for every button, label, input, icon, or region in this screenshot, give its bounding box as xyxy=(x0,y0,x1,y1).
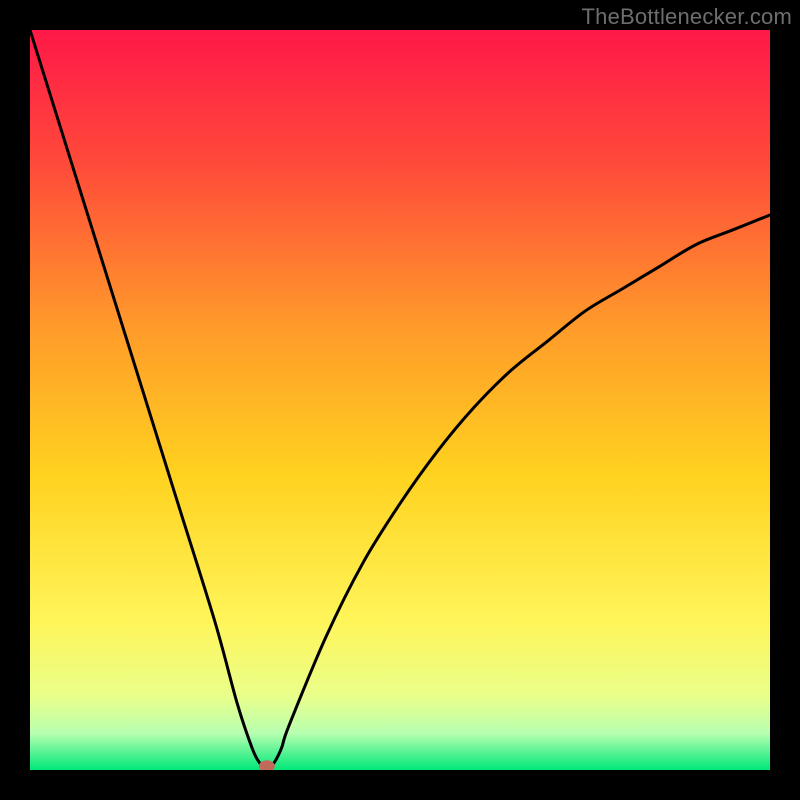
plot-area xyxy=(30,30,770,770)
chart-frame: TheBottlenecker.com xyxy=(0,0,800,800)
bottleneck-chart xyxy=(30,30,770,770)
gradient-background xyxy=(30,30,770,770)
watermark-label: TheBottlenecker.com xyxy=(582,4,792,30)
